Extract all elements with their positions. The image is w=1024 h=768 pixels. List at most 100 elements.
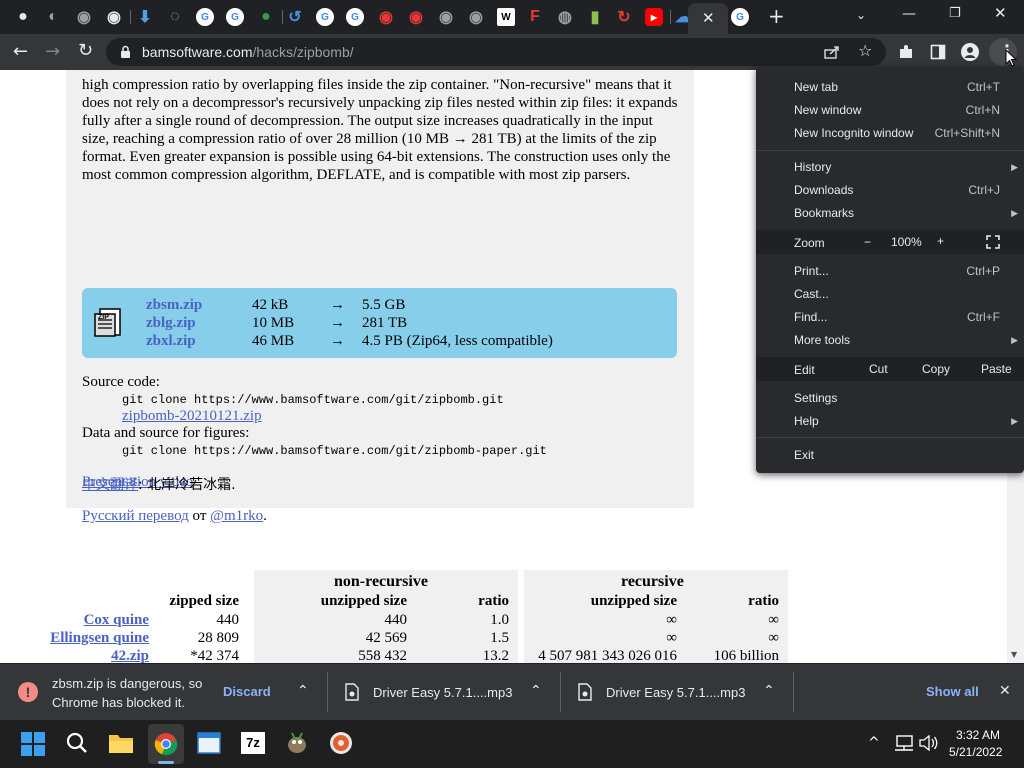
- fullscreen-icon[interactable]: [986, 235, 1000, 249]
- source-zip-link[interactable]: zipbomb-20210121.zip: [122, 408, 262, 425]
- show-all-button[interactable]: Show all: [926, 684, 979, 699]
- menu-item-settings[interactable]: Settings: [794, 391, 837, 405]
- download-link[interactable]: zblg.zip: [146, 314, 196, 332]
- google-icon[interactable]: G: [316, 8, 334, 26]
- url-text[interactable]: bamsoftware.com/hacks/zipbomb/: [142, 44, 354, 60]
- windows-taskbar: 7z ^ 3:32 AM 5/21/2022: [0, 720, 1024, 768]
- clock-date[interactable]: 5/21/2022: [949, 745, 1002, 759]
- quine-name-link[interactable]: Ellingsen quine: [50, 630, 149, 647]
- download-link[interactable]: zbxl.zip: [146, 332, 196, 350]
- menu-item-find[interactable]: Find...: [794, 310, 827, 324]
- green-circle-icon[interactable]: ●: [257, 8, 275, 26]
- chrome-taskbar-button[interactable]: [148, 724, 184, 764]
- restore-window-icon[interactable]: ❐: [949, 7, 961, 20]
- menu-item-new-tab[interactable]: New tab: [794, 80, 838, 94]
- download-options-chevron-icon[interactable]: ⌃: [530, 684, 542, 698]
- volume-icon[interactable]: [919, 735, 939, 751]
- download-options-chevron-icon[interactable]: ⌃: [763, 684, 775, 698]
- menu-item-more-tools[interactable]: More tools: [794, 333, 850, 347]
- github-icon[interactable]: ●: [14, 8, 32, 26]
- window-app-icon[interactable]: [197, 732, 221, 754]
- lock-icon[interactable]: [120, 45, 131, 59]
- chrome-icon[interactable]: ◉: [105, 8, 123, 26]
- active-tab[interactable]: ✕: [688, 3, 728, 34]
- menu-item-print[interactable]: Print...: [794, 264, 829, 278]
- col-rec-ratio: ratio: [748, 593, 779, 609]
- scroll-down-arrow-icon[interactable]: ▼: [1011, 651, 1017, 659]
- clock-time[interactable]: 3:32 AM: [956, 728, 1000, 742]
- russian-author-link[interactable]: @m1rko: [210, 508, 263, 524]
- download-options-chevron-icon[interactable]: ⌃: [297, 684, 309, 698]
- bookmark-star-icon[interactable]: ☆: [858, 43, 872, 59]
- red-app-icon[interactable]: ◉: [407, 8, 425, 26]
- edge-icon[interactable]: ◌: [166, 8, 184, 26]
- flipboard-icon[interactable]: F: [526, 8, 544, 26]
- zip-file-icon: ZIP: [94, 308, 121, 337]
- menu-item-exit[interactable]: Exit: [794, 448, 814, 462]
- google-icon[interactable]: G: [226, 8, 244, 26]
- address-bar[interactable]: bamsoftware.com/hacks/zipbomb/ ☆: [106, 38, 886, 66]
- copy-button[interactable]: Copy: [922, 362, 950, 376]
- menu-item-history[interactable]: History: [794, 160, 831, 174]
- new-tab-button[interactable]: +: [768, 6, 785, 26]
- edit-row: Edit Cut Copy Paste: [756, 357, 1024, 381]
- side-panel-icon[interactable]: [930, 44, 946, 60]
- sync-icon[interactable]: ↻: [615, 8, 633, 26]
- sevenzip-icon[interactable]: 7z: [241, 732, 265, 754]
- network-icon[interactable]: [894, 735, 914, 751]
- globe-icon[interactable]: ◍: [556, 8, 574, 26]
- reload-icon[interactable]: ↻: [78, 42, 93, 60]
- gimp-app-icon[interactable]: [284, 730, 310, 756]
- paste-button[interactable]: Paste: [981, 362, 1012, 376]
- forward-icon[interactable]: →: [45, 43, 60, 61]
- close-window-icon[interactable]: ✕: [994, 6, 1007, 21]
- close-shelf-icon[interactable]: ✕: [999, 684, 1011, 698]
- cut-button[interactable]: Cut: [869, 362, 888, 376]
- unzipped-size: 558 432: [358, 648, 407, 663]
- wikipedia-icon[interactable]: W: [497, 8, 515, 26]
- minimize-window-icon[interactable]: —: [902, 7, 916, 21]
- chinese-translation-link[interactable]: 中文翻译: [82, 477, 138, 493]
- profile-icon[interactable]: [961, 43, 979, 61]
- menu-item-new-incognito[interactable]: New Incognito window: [794, 126, 913, 140]
- download-item-2-name[interactable]: Driver Easy 5.7.1....mp3: [606, 685, 745, 700]
- chrome-icon[interactable]: ◉: [467, 8, 485, 26]
- google-icon[interactable]: G: [196, 8, 214, 26]
- chromium-icon[interactable]: ◐: [44, 8, 62, 26]
- windows-start-icon[interactable]: [21, 732, 45, 756]
- menu-item-new-window[interactable]: New window: [794, 103, 861, 117]
- show-hidden-icons-chevron[interactable]: ^: [868, 736, 880, 750]
- arrow-down-icon[interactable]: ⬇: [136, 8, 154, 26]
- google-icon[interactable]: G: [731, 8, 749, 26]
- tab-separator: [282, 10, 283, 24]
- extensions-icon[interactable]: [898, 44, 914, 60]
- menu-item-downloads[interactable]: Downloads: [794, 183, 853, 197]
- menu-item-cast[interactable]: Cast...: [794, 287, 829, 301]
- intro-paragraph: high compression ratio by overlapping fi…: [82, 77, 678, 183]
- zoom-in-button[interactable]: +: [937, 234, 944, 248]
- quine-name-link[interactable]: 42.zip: [111, 648, 149, 663]
- red-app-icon[interactable]: ◉: [377, 8, 395, 26]
- battery-icon[interactable]: ▮: [586, 8, 604, 26]
- share-icon[interactable]: [824, 45, 840, 59]
- menu-item-bookmarks[interactable]: Bookmarks: [794, 206, 854, 220]
- tab-search-chevron-icon[interactable]: ⌄: [856, 9, 866, 21]
- close-tab-icon[interactable]: ✕: [702, 11, 715, 26]
- file-explorer-icon[interactable]: [108, 732, 134, 754]
- google-icon[interactable]: G: [346, 8, 364, 26]
- active-app-indicator: [158, 761, 174, 764]
- media-player-icon[interactable]: [329, 731, 353, 755]
- quine-name-link[interactable]: Cox quine: [84, 612, 149, 629]
- youtube-icon[interactable]: ▶: [645, 8, 663, 26]
- back-icon[interactable]: ←: [13, 43, 28, 61]
- russian-translation-link[interactable]: Русский перевод: [82, 508, 189, 524]
- discard-button[interactable]: Discard: [223, 684, 271, 699]
- download-item-1-name[interactable]: Driver Easy 5.7.1....mp3: [373, 685, 512, 700]
- menu-item-help[interactable]: Help: [794, 414, 819, 428]
- zoom-out-button[interactable]: −: [864, 235, 871, 249]
- search-icon[interactable]: [65, 731, 89, 755]
- history-icon[interactable]: ↺: [286, 8, 304, 26]
- chrome-icon[interactable]: ◉: [437, 8, 455, 26]
- download-link[interactable]: zbsm.zip: [146, 296, 202, 314]
- chrome-icon[interactable]: ◉: [75, 8, 93, 26]
